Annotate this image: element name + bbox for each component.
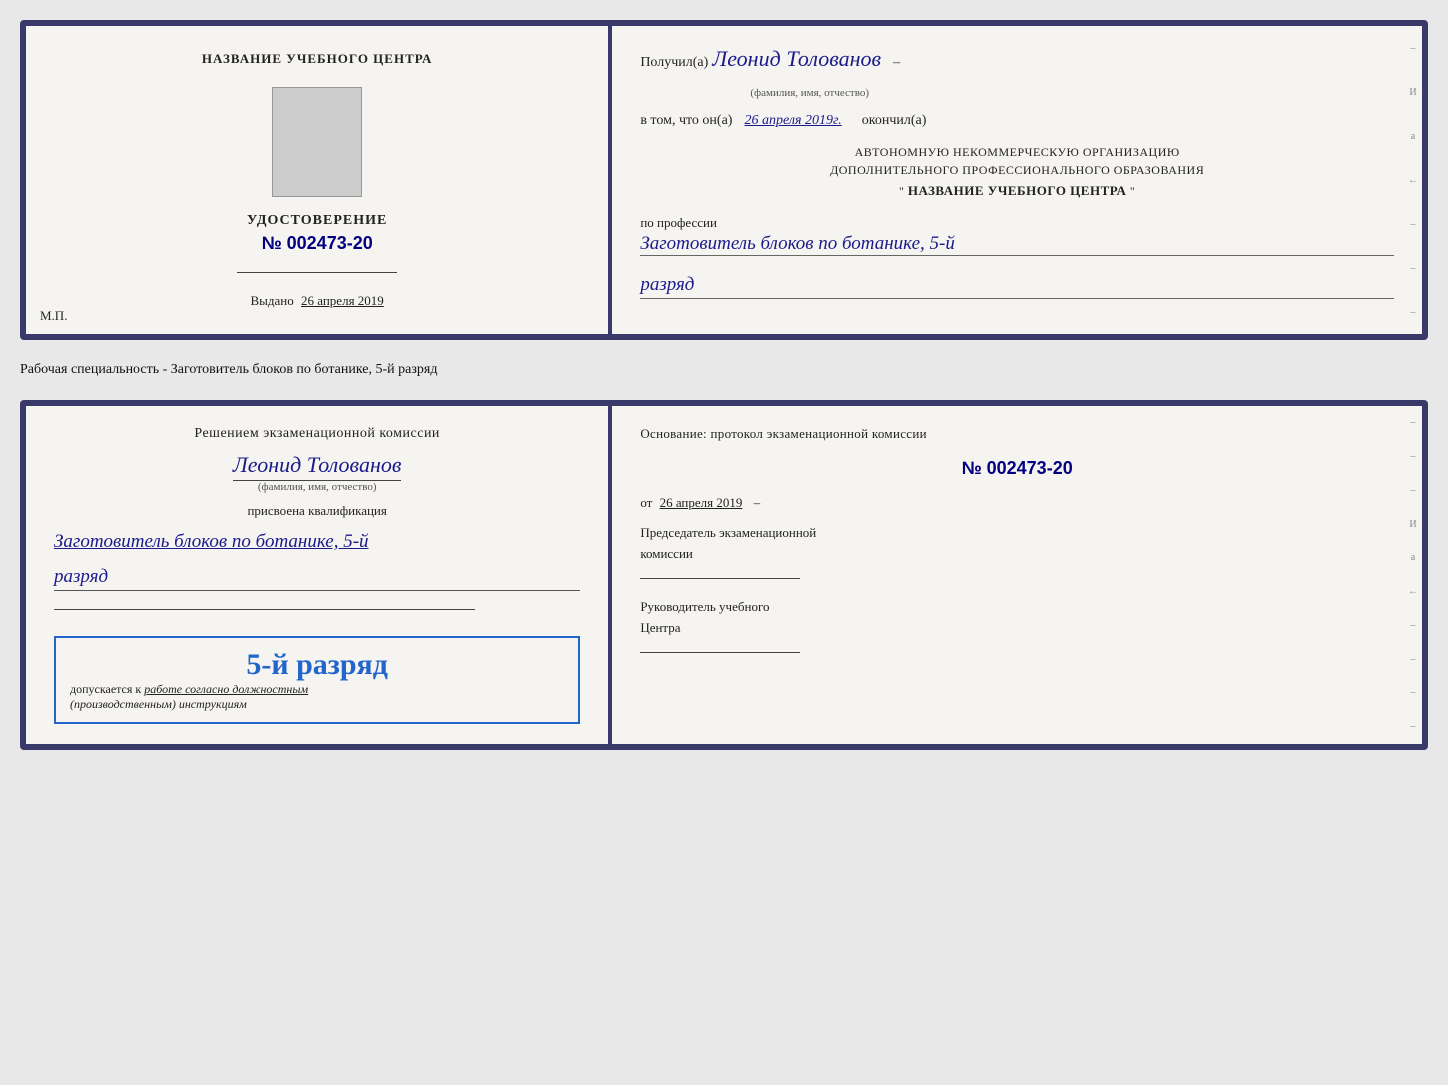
vydano-line: Выдано 26 апреля 2019 <box>251 293 384 309</box>
rukovoditel-sig-line <box>640 652 800 653</box>
card2-left: Решением экзаменационной комиссии Леонид… <box>26 406 612 744</box>
razryad-text-2: разряд <box>54 566 580 591</box>
dopusk-text: работе согласно должностным <box>144 682 308 696</box>
fio-hint-1: (фамилия, имя, отчество) <box>640 87 1394 99</box>
qualification-block: Заготовитель блоков по ботанике, 5-й <box>54 529 580 556</box>
ot-date: 26 апреля 2019 <box>660 495 743 510</box>
org-line2: ДОПОЛНИТЕЛЬНОГО ПРОФЕССИОНАЛЬНОГО ОБРАЗО… <box>640 161 1394 179</box>
edge-char-1: – <box>1410 43 1415 54</box>
resheniem-label: Решением экзаменационной комиссии <box>54 426 580 442</box>
certificate-title: УДОСТОВЕРЕНИЕ <box>247 213 387 229</box>
stamp-box: 5-й разряд допускается к работе согласно… <box>54 636 580 724</box>
edge-char2-1: – <box>1410 417 1415 428</box>
rukovoditel-block: Руководитель учебного Центра <box>640 597 1394 659</box>
razryad-block-2: разряд <box>54 566 580 599</box>
vtom-label: в том, что он(а) <box>640 113 732 129</box>
vydano-date: 26 апреля 2019 <box>301 293 384 308</box>
rukovoditel-line1: Руководитель учебного <box>640 597 1394 618</box>
edge-char2-2: – <box>1410 451 1415 462</box>
dopusk-label: допускается к <box>70 682 141 696</box>
org-name: НАЗВАНИЕ УЧЕБНОГО ЦЕНТРА <box>908 183 1127 198</box>
qualification-text: Заготовитель блоков по ботанике, 5-й <box>54 529 580 556</box>
edge-char2-10: – <box>1410 721 1415 732</box>
certificate-card-2: Решением экзаменационной комиссии Леонид… <box>20 400 1428 750</box>
edge-char2-9: – <box>1410 687 1415 698</box>
profession-text: Заготовитель блоков по ботанике, 5-й <box>640 233 1394 256</box>
poluchil-label: Получил(а) <box>640 55 708 71</box>
edge-char-5: – <box>1410 219 1415 230</box>
name-block-2: Леонид Толованов (фамилия, имя, отчество… <box>54 452 580 493</box>
specialty-label: Рабочая специальность - Заготовитель бло… <box>20 356 1428 384</box>
recipient-name-1: Леонид Толованов <box>712 46 881 73</box>
edge-char2-8: – <box>1410 654 1415 665</box>
edge-char2-4: И <box>1409 519 1416 530</box>
right-edge-hints-1: – И а ← – – – <box>1408 26 1418 334</box>
certificate-card-1: НАЗВАНИЕ УЧЕБНОГО ЦЕНТРА УДОСТОВЕРЕНИЕ №… <box>20 20 1428 340</box>
osnovanie-label: Основание: протокол экзаменационной коми… <box>640 426 1394 442</box>
ot-label: от <box>640 495 652 510</box>
edge-char2-7: – <box>1410 620 1415 631</box>
edge-char-4: ← <box>1408 175 1418 186</box>
right-edge-hints-2: – – – И а ← – – – – <box>1408 406 1418 744</box>
predsedatel-block: Председатель экзаменационной комиссии <box>640 523 1394 585</box>
fio-hint-text-1: (фамилия, имя, отчество) <box>640 87 1394 99</box>
vtom-line: в том, что он(а) 26 апреля 2019г. окончи… <box>640 113 1394 129</box>
card1-left: НАЗВАНИЕ УЧЕБНОГО ЦЕНТРА УДОСТОВЕРЕНИЕ №… <box>26 26 612 334</box>
edge-char2-6: ← <box>1408 586 1418 597</box>
vydano-label: Выдано <box>251 293 294 308</box>
stamp-dopusk-block: допускается к работе согласно должностны… <box>70 682 564 697</box>
edge-char2-5: а <box>1411 552 1415 563</box>
stamp-rank-text: 5-й разряд <box>70 648 564 682</box>
po-professii-label: по профессии <box>640 215 1394 231</box>
dopusk-text2: (производственным) инструкциям <box>70 697 564 712</box>
edge-char-3: а <box>1411 131 1415 142</box>
org-name-line: " НАЗВАНИЕ УЧЕБНОГО ЦЕНТРА " <box>640 181 1394 201</box>
page-container: НАЗВАНИЕ УЧЕБНОГО ЦЕНТРА УДОСТОВЕРЕНИЕ №… <box>20 20 1428 750</box>
edge-char-6: – <box>1410 263 1415 274</box>
poluchil-line: Получил(а) Леонид Толованов – <box>640 46 1394 73</box>
org-line1: АВТОНОМНУЮ НЕКОММЕРЧЕСКУЮ ОРГАНИЗАЦИЮ <box>640 143 1394 161</box>
org-quote-open: " <box>899 184 904 198</box>
predsedatel-sig-line <box>640 578 800 579</box>
edge-char-2: И <box>1409 87 1416 98</box>
predsedatel-line1: Председатель экзаменационной <box>640 523 1394 544</box>
ot-line: от 26 апреля 2019 – <box>640 495 1394 511</box>
okonchil-label: окончил(а) <box>862 113 927 129</box>
rukovoditel-line2: Центра <box>640 618 1394 639</box>
training-center-label-1: НАЗВАНИЕ УЧЕБНОГО ЦЕНТРА <box>202 51 433 67</box>
card1-right: Получил(а) Леонид Толованов – (фамилия, … <box>612 26 1422 334</box>
certificate-number: № 002473-20 <box>262 233 373 254</box>
razryad-block-1: разряд <box>640 270 1394 299</box>
razryad-text-1: разряд <box>640 274 1394 299</box>
completion-date: 26 апреля 2019г. <box>744 113 841 129</box>
fio-hint-2: (фамилия, имя, отчество) <box>54 481 580 493</box>
edge-char2-3: – <box>1410 485 1415 496</box>
prisvoena-label: присвоена квалификация <box>54 503 580 519</box>
card2-right: Основание: протокол экзаменационной коми… <box>612 406 1422 744</box>
recipient-name-2: Леонид Толованов <box>233 452 402 481</box>
predsedatel-line2: комиссии <box>640 544 1394 565</box>
edge-char-7: – <box>1410 307 1415 318</box>
protocol-number: № 002473-20 <box>640 458 1394 479</box>
mp-label: М.П. <box>40 308 67 324</box>
photo-placeholder <box>272 87 362 197</box>
org-quote-close: " <box>1130 184 1135 198</box>
po-professii-block: по профессии Заготовитель блоков по бота… <box>640 215 1394 256</box>
org-block: АВТОНОМНУЮ НЕКОММЕРЧЕСКУЮ ОРГАНИЗАЦИЮ ДО… <box>640 143 1394 201</box>
